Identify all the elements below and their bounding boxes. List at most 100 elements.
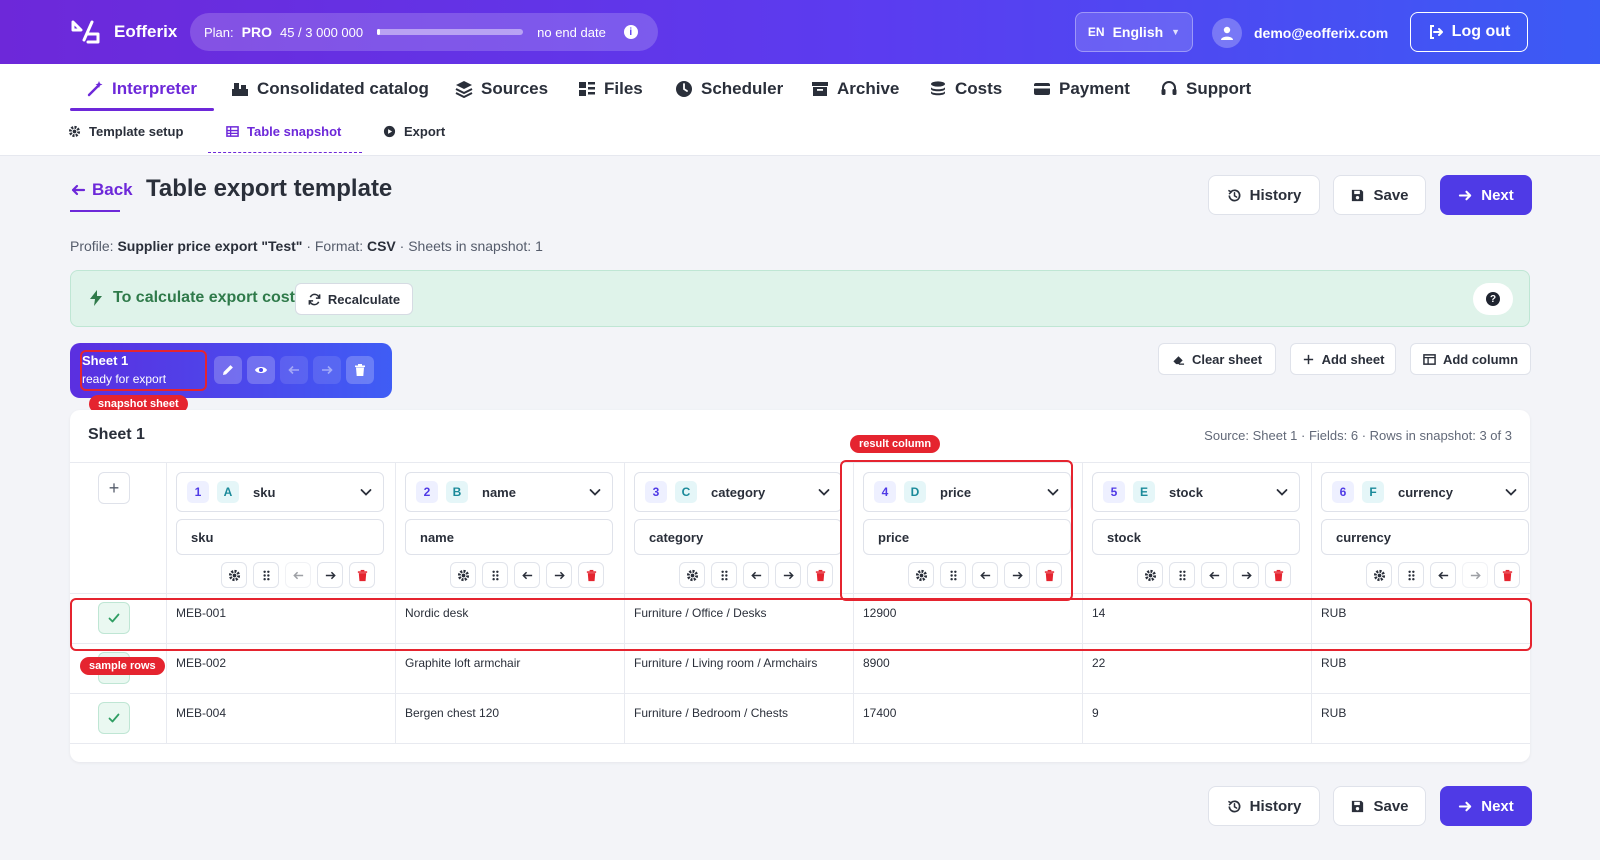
- arrow-left-icon: [750, 571, 761, 579]
- snapshot-table-card: Sheet 1 Source: Sheet 1 · Fields: 6 · Ro…: [70, 410, 1530, 762]
- arrow-right-icon: [325, 571, 336, 579]
- column-settings-button[interactable]: [1137, 562, 1163, 588]
- eye-icon: [255, 367, 267, 373]
- plan-usage-count: 45 / 3 000 000: [279, 24, 364, 40]
- table-cell: Furniture / Bedroom / Chests: [634, 706, 789, 720]
- nav-item-files[interactable]: Files: [578, 76, 643, 102]
- history-button[interactable]: History: [1208, 175, 1320, 215]
- nav-label: Archive: [837, 79, 900, 98]
- add-column-button[interactable]: Add column: [1410, 343, 1531, 375]
- arrow-right-icon: [554, 571, 565, 579]
- column-name-input-c[interactable]: category: [634, 519, 842, 555]
- next-button-bottom[interactable]: Next: [1440, 786, 1532, 826]
- save-button[interactable]: Save: [1333, 175, 1426, 215]
- move-column-right-button[interactable]: [317, 562, 343, 588]
- subnav-label: Table snapshot: [247, 124, 342, 139]
- column-drag-handle[interactable]: [1169, 562, 1195, 588]
- nav-label: Sources: [481, 79, 549, 98]
- move-column-right-button[interactable]: [775, 562, 801, 588]
- next-label: Next: [1481, 186, 1514, 204]
- clear-sheet-button[interactable]: Clear sheet: [1158, 343, 1276, 375]
- column-settings-button[interactable]: [221, 562, 247, 588]
- nav-item-consolidated-catalog[interactable]: Consolidated catalog: [231, 76, 429, 102]
- column-letter: B: [446, 481, 468, 503]
- move-column-left-button[interactable]: [285, 562, 311, 588]
- recalculate-label: Recalculate: [327, 291, 401, 307]
- subnav-table-snapshot[interactable]: Table snapshot: [226, 124, 341, 139]
- language-select[interactable]: EN English ▼: [1075, 12, 1193, 52]
- annotation-label-result-column: result column: [850, 435, 941, 453]
- help-button[interactable]: ?: [1473, 283, 1513, 315]
- gear-icon: [228, 569, 240, 581]
- column-drag-handle[interactable]: [711, 562, 737, 588]
- column-letter: A: [217, 481, 239, 503]
- coins-icon: [931, 81, 945, 96]
- move-column-right-button[interactable]: [546, 562, 572, 588]
- back-link[interactable]: Back: [70, 180, 133, 200]
- nav-label: Scheduler: [701, 79, 784, 98]
- row-include-checkbox[interactable]: [98, 702, 130, 734]
- table-cell: 22: [1092, 656, 1106, 670]
- save-label: Save: [1373, 797, 1409, 815]
- plus-icon: [1303, 354, 1313, 364]
- subnav-template-setup[interactable]: Template setup: [68, 124, 183, 139]
- move-column-left-button[interactable]: [1201, 562, 1227, 588]
- preview-sheet-button[interactable]: [247, 356, 275, 384]
- column-settings-button[interactable]: [1366, 562, 1392, 588]
- move-column-left-button[interactable]: [743, 562, 769, 588]
- recalculate-button[interactable]: Recalculate: [295, 283, 413, 315]
- move-column-left-button[interactable]: [1430, 562, 1456, 588]
- column-name-input-f[interactable]: currency: [1321, 519, 1529, 555]
- nav-item-payment[interactable]: Payment: [1033, 76, 1130, 102]
- column-name-input-a[interactable]: sku: [176, 519, 384, 555]
- move-column-right-button[interactable]: [1462, 562, 1488, 588]
- column-select-c[interactable]: 3 Ccategory: [634, 472, 842, 512]
- column-drag-handle[interactable]: [253, 562, 279, 588]
- history-button-bottom[interactable]: History: [1208, 786, 1320, 826]
- nav-item-costs[interactable]: Costs: [929, 76, 1002, 102]
- column-drag-handle[interactable]: [1398, 562, 1424, 588]
- delete-sheet-button[interactable]: [346, 356, 374, 384]
- arrow-left-icon: [1437, 571, 1448, 579]
- column-drag-handle[interactable]: [482, 562, 508, 588]
- move-column-left-button[interactable]: [514, 562, 540, 588]
- move-sheet-left-button[interactable]: [280, 356, 308, 384]
- profile-info: Profile: Supplier price export "Test" · …: [70, 238, 543, 254]
- delete-column-button[interactable]: [349, 562, 375, 588]
- column-select-f[interactable]: 6 Fcurrency: [1321, 472, 1529, 512]
- delete-column-button[interactable]: [1494, 562, 1520, 588]
- column-select-e[interactable]: 5 Estock: [1092, 472, 1300, 512]
- delete-column-button[interactable]: [1265, 562, 1291, 588]
- history-icon: [1227, 799, 1241, 812]
- column-name-input-b[interactable]: name: [405, 519, 613, 555]
- column-select-b[interactable]: 2 Bname: [405, 472, 613, 512]
- save-label: Save: [1373, 186, 1409, 204]
- column-name-input-e[interactable]: stock: [1092, 519, 1300, 555]
- nav-item-support[interactable]: Support: [1160, 76, 1251, 102]
- next-button[interactable]: Next: [1440, 175, 1532, 215]
- move-column-right-button[interactable]: [1233, 562, 1259, 588]
- table-cell: RUB: [1321, 656, 1347, 670]
- nav-item-interpreter[interactable]: Interpreter: [86, 76, 197, 102]
- nav-item-sources[interactable]: Sources: [455, 76, 548, 102]
- user-menu[interactable]: demo@eofferix.com: [1212, 18, 1388, 48]
- add-sheet-button[interactable]: Add sheet: [1290, 343, 1396, 375]
- rename-sheet-button[interactable]: [214, 356, 242, 384]
- add-column-inline-button[interactable]: +: [98, 472, 130, 504]
- subnav-export[interactable]: Export: [383, 124, 445, 139]
- move-sheet-right-button[interactable]: [313, 356, 341, 384]
- info-icon[interactable]: i: [623, 25, 638, 39]
- column-settings-button[interactable]: [450, 562, 476, 588]
- save-button-bottom[interactable]: Save: [1333, 786, 1426, 826]
- language-label: English: [1112, 24, 1164, 40]
- column-settings-button[interactable]: [679, 562, 705, 588]
- nav-item-archive[interactable]: Archive: [811, 76, 899, 102]
- cost-banner-text: To calculate export cost: [113, 289, 295, 306]
- nav-item-scheduler[interactable]: Scheduler: [675, 76, 783, 102]
- delete-column-button[interactable]: [578, 562, 604, 588]
- delete-column-button[interactable]: [807, 562, 833, 588]
- column-select-a[interactable]: 1 Asku: [176, 472, 384, 512]
- arrow-left-icon: [288, 365, 299, 375]
- logout-button[interactable]: Log out: [1410, 12, 1528, 52]
- app-logo[interactable]: Eofferix: [70, 18, 177, 46]
